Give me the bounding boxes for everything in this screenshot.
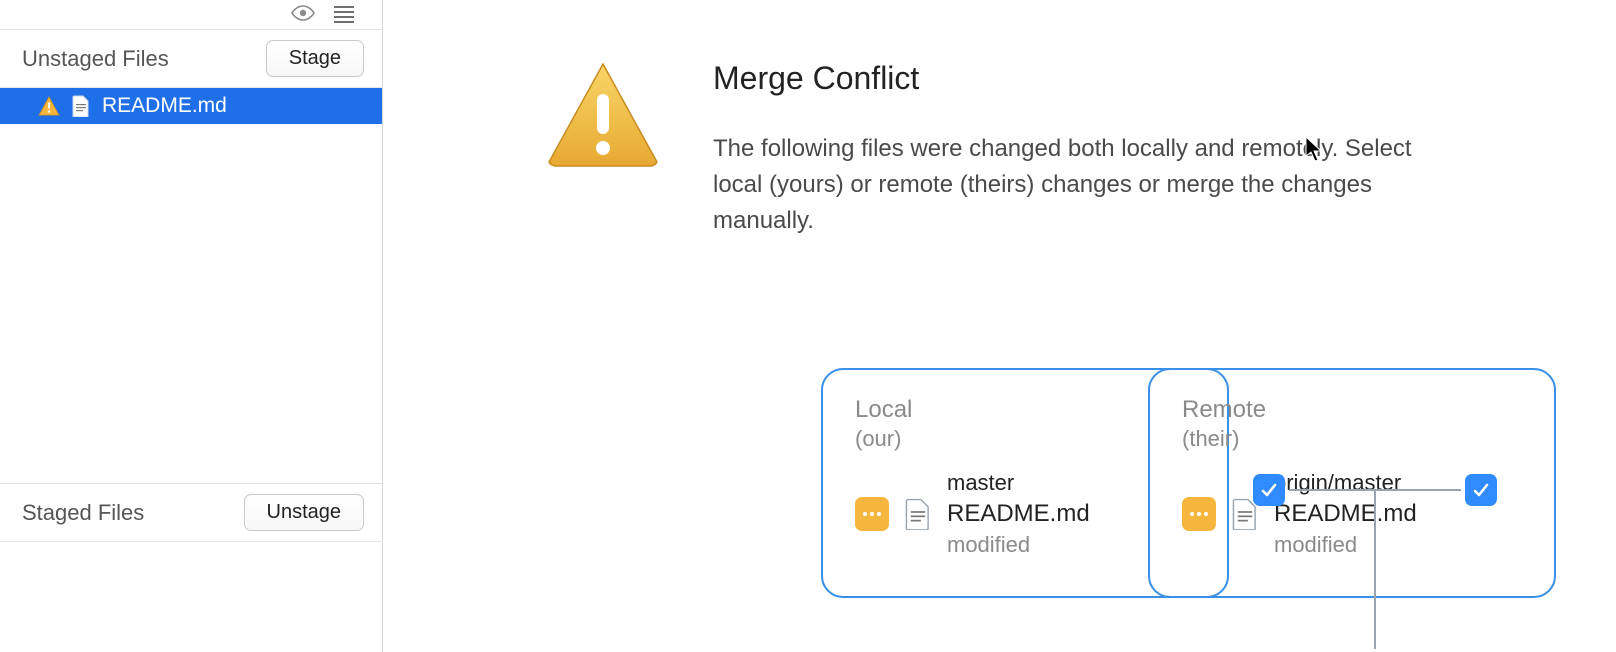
remote-checkbox[interactable] — [1465, 474, 1497, 506]
merge-diagram: Local (our) master README.md modified — [821, 368, 1556, 608]
unstaged-header: Unstaged Files Stage — [0, 30, 382, 88]
local-status: modified — [947, 532, 1090, 558]
connector-v — [1374, 489, 1376, 649]
local-branch: master — [947, 470, 1090, 496]
file-name-label: README.md — [102, 94, 227, 118]
unstage-button[interactable]: Unstage — [244, 494, 365, 531]
local-label: Local — [855, 396, 1197, 424]
local-file: README.md — [947, 500, 1090, 528]
unstaged-title: Unstaged Files — [22, 46, 169, 72]
modified-badge-icon — [855, 497, 889, 531]
local-sublabel: (our) — [855, 426, 1197, 452]
list-view-icon[interactable] — [334, 6, 354, 23]
sidebar: Unstaged Files Stage REA — [0, 0, 383, 652]
remote-branch: origin/master — [1274, 470, 1417, 496]
remote-label: Remote — [1182, 396, 1524, 424]
file-icon — [72, 95, 90, 117]
conflict-description: The following files were changed both lo… — [713, 131, 1413, 239]
staged-header: Staged Files Unstage — [0, 484, 382, 542]
unstaged-file-list: README.md — [0, 88, 382, 483]
remote-status: modified — [1274, 532, 1417, 558]
remote-file: README.md — [1274, 500, 1417, 528]
staged-file-list — [0, 542, 382, 652]
visibility-toggle-icon[interactable] — [290, 5, 316, 24]
staged-title: Staged Files — [22, 500, 144, 526]
remote-sublabel: (their) — [1182, 426, 1524, 452]
conflict-header: Merge Conflict The following files were … — [383, 0, 1616, 239]
warning-large-icon — [543, 60, 663, 170]
conflict-title: Merge Conflict — [713, 60, 1413, 97]
modified-badge-icon — [1182, 497, 1216, 531]
main-panel: Merge Conflict The following files were … — [383, 0, 1616, 652]
stage-button[interactable]: Stage — [266, 40, 364, 77]
warning-icon — [38, 96, 60, 116]
unstaged-section: Unstaged Files Stage REA — [0, 30, 382, 483]
sidebar-toolbar — [0, 0, 382, 30]
file-row[interactable]: README.md — [0, 88, 382, 124]
file-icon — [905, 498, 931, 530]
staged-section: Staged Files Unstage — [0, 483, 382, 652]
local-checkbox[interactable] — [1253, 474, 1285, 506]
